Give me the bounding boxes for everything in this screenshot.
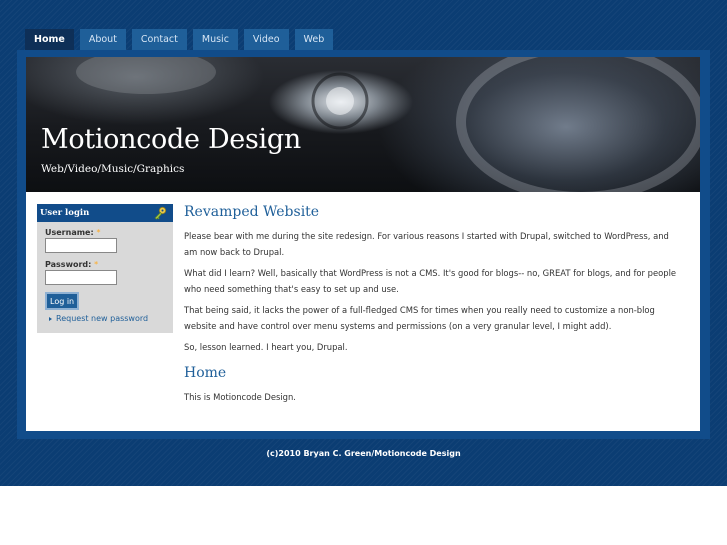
article-title[interactable]: Revamped Website: [184, 204, 684, 220]
main-content: Revamped Website Please bear with me dur…: [184, 204, 684, 411]
tab-contact[interactable]: Contact: [131, 29, 187, 50]
article-paragraph: Please bear with me during the site rede…: [184, 231, 669, 257]
article-revamped-website: Revamped Website Please bear with me dur…: [184, 204, 684, 356]
password-label: Password: *: [45, 260, 99, 269]
user-login-block: User login Username: * Password: * Log i…: [37, 204, 173, 333]
tab-about[interactable]: About: [79, 29, 126, 50]
site-title[interactable]: Motioncode Design: [41, 124, 301, 155]
footer-text: (c)2010 Bryan C. Green/Motioncode Design: [266, 449, 461, 458]
site-footer: (c)2010 Bryan C. Green/Motioncode Design: [0, 449, 727, 458]
article-paragraph: This is Motioncode Design.: [184, 391, 296, 402]
article-paragraph: So, lesson learned. I heart you, Drupal.: [184, 342, 348, 352]
username-input[interactable]: [45, 238, 117, 253]
password-input[interactable]: [45, 270, 117, 285]
tab-home[interactable]: Home: [25, 29, 74, 50]
article-home: Home This is Motioncode Design.: [184, 365, 684, 406]
article-paragraph: What did I learn? Well, basically that W…: [184, 268, 677, 294]
site-header: Motioncode Design Web/Video/Music/Graphi…: [26, 57, 700, 192]
required-marker: *: [96, 228, 101, 237]
login-form: Username: * Password: * Log in Request n…: [37, 222, 173, 323]
username-label: Username: *: [45, 228, 101, 237]
tab-music[interactable]: Music: [192, 29, 238, 50]
login-button[interactable]: Log in: [45, 292, 80, 310]
key-icon: [154, 206, 167, 220]
arrow-right-icon: [49, 316, 52, 321]
primary-nav: Home About Contact Music Video Web: [25, 29, 334, 50]
required-marker: *: [94, 260, 99, 269]
request-password-label: Request new password: [56, 314, 149, 323]
article-title[interactable]: Home: [184, 365, 684, 381]
article-paragraph: That being said, it lacks the power of a…: [184, 305, 655, 331]
tab-web[interactable]: Web: [294, 29, 334, 50]
tab-video[interactable]: Video: [243, 29, 289, 50]
block-title: User login: [40, 208, 90, 218]
site-slogan: Web/Video/Music/Graphics: [41, 163, 185, 175]
block-header: User login: [37, 204, 173, 222]
request-password-link[interactable]: Request new password: [49, 314, 173, 323]
